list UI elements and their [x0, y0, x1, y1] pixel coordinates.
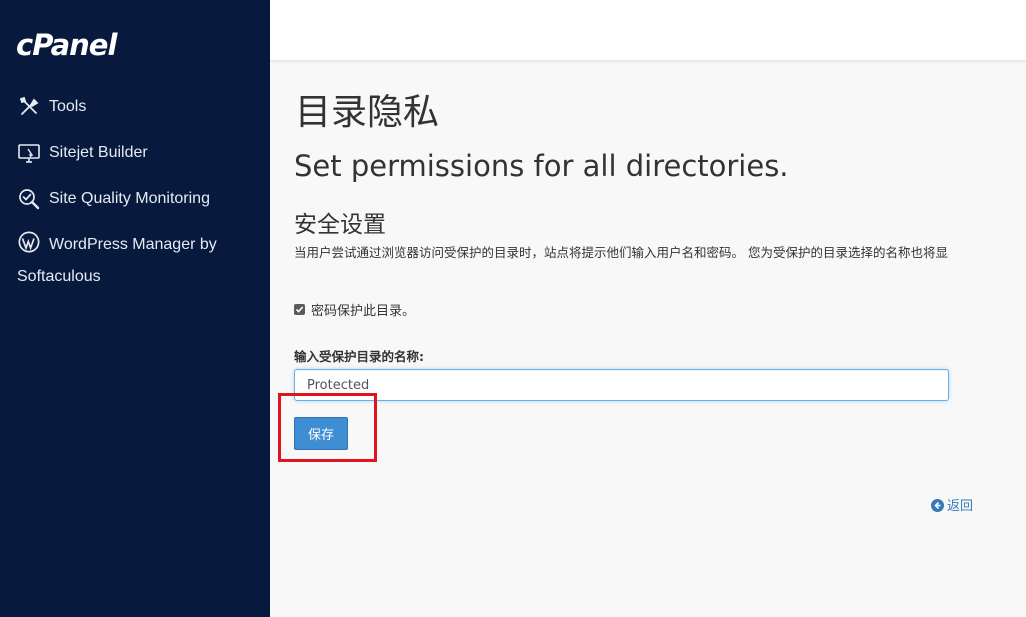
sidebar-item-label: WordPress Manager by Softaculous [17, 236, 217, 285]
sidebar-item-label: Sitejet Builder [49, 144, 148, 161]
sidebar-item-tools[interactable]: Tools [17, 91, 257, 123]
back-link[interactable]: 返回 [931, 495, 973, 514]
sidebar-item-site-quality-monitoring[interactable]: Site Quality Monitoring [17, 183, 257, 215]
sidebar: cPanel Tools Sitejet Builder Site Qualit… [0, 0, 270, 617]
directory-name-label: 输入受保护目录的名称: [294, 349, 424, 364]
magnifier-check-icon [17, 187, 41, 211]
sidebar-item-sitejet-builder[interactable]: Sitejet Builder [17, 137, 257, 169]
sidebar-item-label: Tools [49, 98, 87, 115]
section-title: 安全设置 [294, 212, 386, 238]
save-button[interactable]: 保存 [294, 417, 348, 450]
tools-icon [17, 95, 41, 119]
circle-arrow-left-icon [931, 499, 944, 512]
back-link-label: 返回 [947, 499, 974, 514]
wordpress-icon [17, 230, 41, 254]
sidebar-item-wordpress-manager[interactable]: WordPress Manager by Softaculous [17, 229, 257, 293]
sidebar-item-label: Site Quality Monitoring [49, 190, 210, 207]
monitor-icon [17, 141, 41, 165]
cpanel-logo[interactable]: cPanel [16, 28, 117, 62]
password-protect-row: 密码保护此目录。 [294, 300, 415, 319]
top-bar [270, 0, 1026, 61]
password-protect-label[interactable]: 密码保护此目录。 [311, 304, 415, 319]
page-subtitle: Set permissions for all directories. [294, 149, 789, 183]
page-title: 目录隐私 [295, 92, 440, 133]
section-description: 当用户尝试通过浏览器访问受保护的目录时，站点将提示他们输入用户名和密码。 您为受… [294, 245, 948, 260]
main-content: 目录隐私 Set permissions for all directories… [270, 61, 1026, 617]
directory-name-input[interactable] [294, 369, 949, 401]
password-protect-checkbox[interactable] [294, 304, 305, 315]
